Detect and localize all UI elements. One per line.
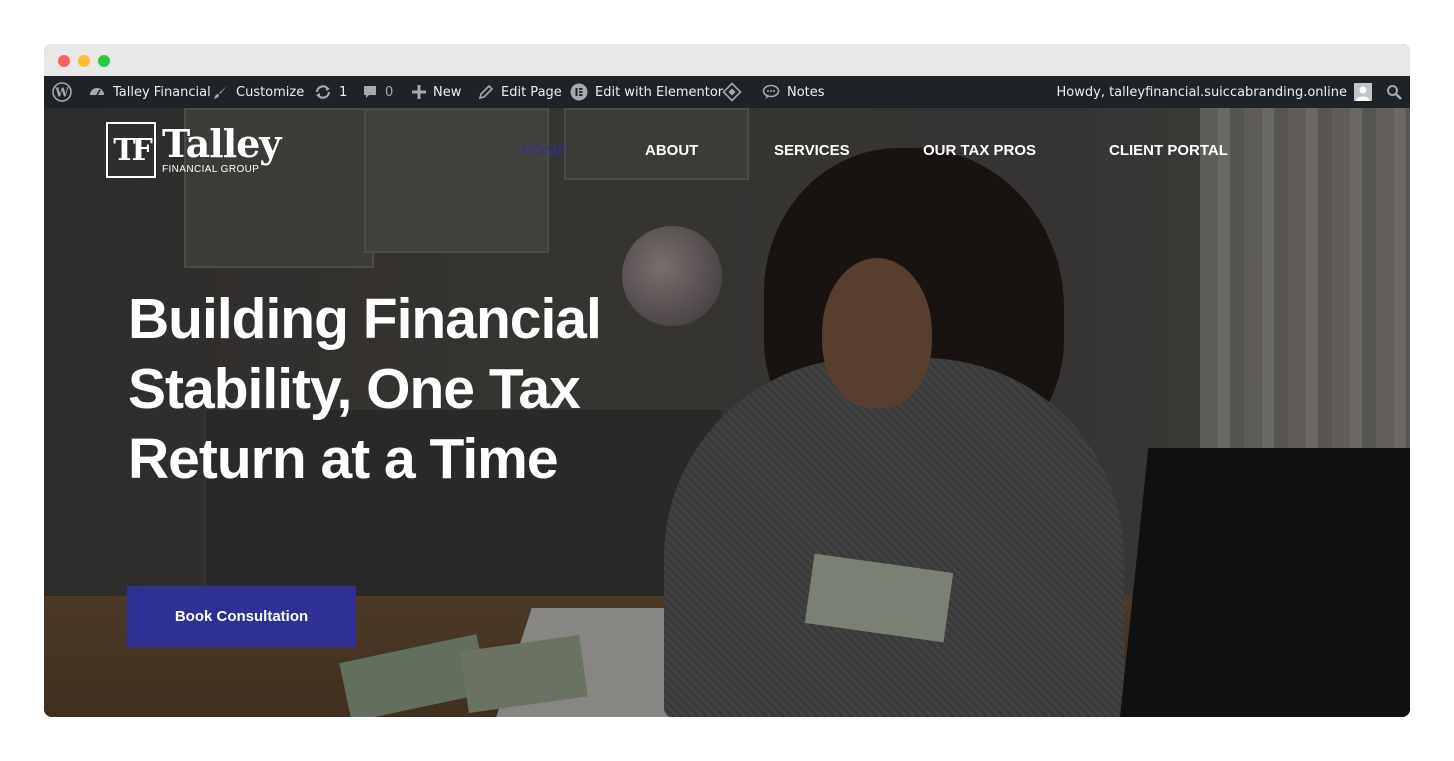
admin-search[interactable]: [1386, 76, 1402, 108]
edit-page-link[interactable]: Edit Page: [478, 76, 562, 108]
new-label: New: [433, 84, 462, 100]
hero-headline: Building Financial Stability, One Tax Re…: [128, 284, 688, 494]
nav-home[interactable]: HOME: [522, 142, 567, 159]
browser-window: W Talley Financial Customize 1 0 New Edi…: [44, 44, 1410, 717]
avatar: [1354, 83, 1372, 101]
plus-icon: [412, 85, 426, 99]
howdy-label: Howdy, talleyfinancial.suiccabranding.on…: [1056, 84, 1347, 100]
headline-line-3: Return at a Time: [128, 427, 559, 491]
close-window-button[interactable]: [58, 55, 70, 67]
hero-section: TF Talley FINANCIAL GROUP HOME ABOUT SER…: [44, 108, 1410, 717]
nav-our-tax-pros[interactable]: OUR TAX PROS: [923, 142, 1036, 159]
customize-link[interactable]: Customize: [213, 76, 304, 108]
updates-link[interactable]: 1: [314, 76, 347, 108]
new-content-menu[interactable]: New: [412, 76, 461, 108]
edit-with-elementor-link[interactable]: Edit with Elementor: [570, 76, 723, 108]
svg-text:W: W: [54, 86, 69, 100]
wordpress-icon: W: [52, 82, 72, 102]
wp-logo-menu[interactable]: W: [52, 76, 72, 108]
logo-subtitle: FINANCIAL GROUP: [162, 164, 260, 175]
diamond-tool-link[interactable]: [721, 76, 743, 108]
dashboard-icon: [88, 83, 106, 101]
diamond-icon: [721, 81, 743, 103]
elementor-icon: [570, 83, 588, 101]
notes-label: Notes: [787, 84, 825, 100]
my-account-menu[interactable]: Howdy, talleyfinancial.suiccabranding.on…: [1057, 76, 1372, 108]
comment-icon: [362, 84, 378, 100]
customize-label: Customize: [236, 84, 305, 100]
comments-link[interactable]: 0: [362, 76, 393, 108]
brush-icon: [213, 84, 229, 100]
edit-page-label: Edit Page: [501, 84, 562, 100]
edit-with-elementor-label: Edit with Elementor: [595, 84, 724, 100]
minimize-window-button[interactable]: [78, 55, 90, 67]
comments-count: 0: [385, 84, 394, 100]
headline-line-1: Building Financial: [128, 287, 602, 351]
site-name-label: Talley Financial: [113, 84, 211, 100]
search-icon: [1386, 84, 1402, 100]
updates-icon: [314, 83, 332, 101]
maximize-window-button[interactable]: [98, 55, 110, 67]
nav-client-portal[interactable]: CLIENT PORTAL: [1109, 142, 1228, 159]
speech-bubble-icon: [762, 84, 780, 100]
updates-count: 1: [339, 84, 348, 100]
wp-admin-bar: W Talley Financial Customize 1 0 New Edi…: [44, 76, 1410, 108]
headline-line-2: Stability, One Tax: [128, 357, 581, 421]
book-consultation-button[interactable]: Book Consultation: [127, 586, 356, 647]
nav-about[interactable]: ABOUT: [645, 142, 698, 159]
pencil-icon: [478, 84, 494, 100]
main-navigation: HOME ABOUT SERVICES OUR TAX PROS CLIENT …: [44, 142, 1410, 160]
nav-services[interactable]: SERVICES: [774, 142, 850, 159]
notes-link[interactable]: Notes: [762, 76, 825, 108]
browser-titlebar: [44, 44, 1410, 76]
site-name-menu[interactable]: Talley Financial: [88, 76, 211, 108]
